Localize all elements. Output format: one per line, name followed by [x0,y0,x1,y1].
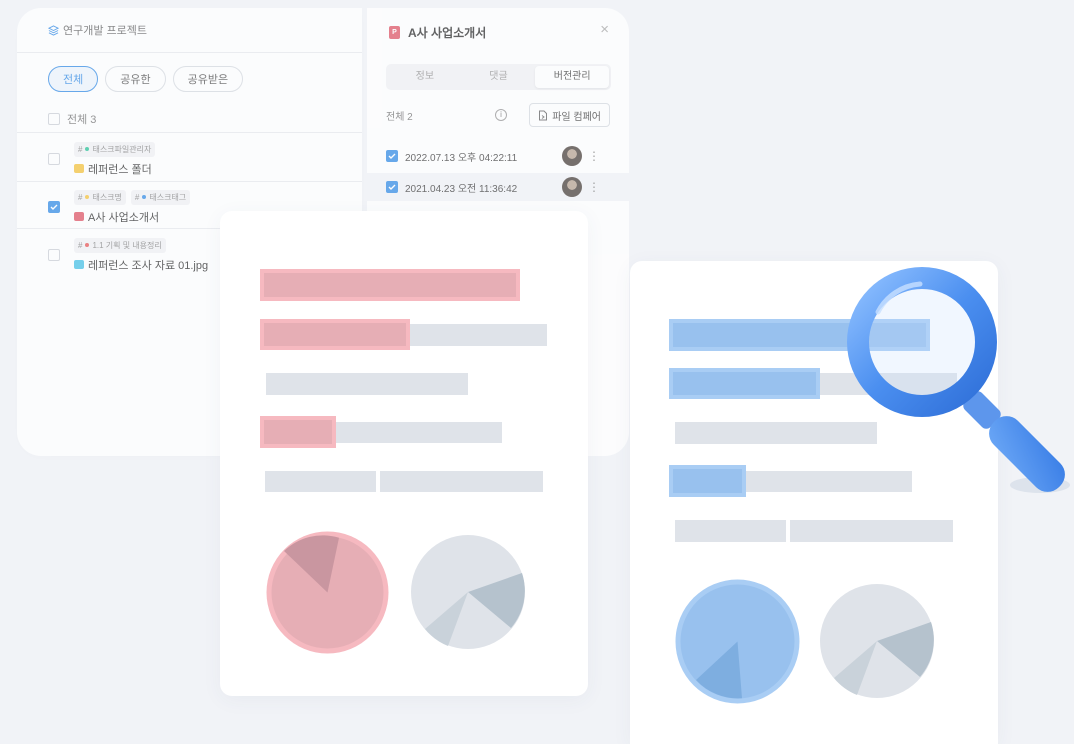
avatar [562,146,582,166]
file-name: 레퍼런스 조사 자료 01.jpg [88,259,209,272]
task-tag: # 태스크파일관리자 [74,141,156,157]
tab-info[interactable]: 정보 [388,66,462,88]
file-name: 레퍼런스 폴더 [88,163,152,176]
task-tag: # 태스크태그 [130,189,191,205]
select-all-row: 전체 3 [17,92,362,132]
text-line-placeholder [265,471,376,492]
pie-chart-placeholder [411,535,525,649]
project-title: 연구개발 프로젝트 [63,25,148,37]
text-line-placeholder [675,520,786,542]
image-file-icon [74,260,84,269]
task-tag: #1.1 기획 및 내용정리 [74,237,166,253]
avatar [562,177,582,197]
project-breadcrumb[interactable]: 연구개발 프로젝트 [17,8,362,53]
tab-versions[interactable]: 버전관리 [535,66,610,88]
pdf-doc-icon [74,212,84,221]
filter-shared-button[interactable]: 공유한 [105,66,166,92]
task-tag: # 태스크명 [74,189,126,205]
diff-highlight [260,319,410,350]
text-line-placeholder [380,471,543,492]
divider [17,181,362,182]
file-compare-button[interactable]: 파일 컴페어 [529,103,610,127]
document-preview-old [220,211,588,696]
pie-chart-placeholder [820,584,934,698]
diff-highlight [260,416,336,448]
detail-tabs: 정보 댓글 버전관리 [386,64,611,90]
all-count-label: 전체 3 [67,114,97,126]
compare-doc-icon [539,110,548,120]
diff-highlight [260,269,520,301]
more-vertical-icon[interactable]: ⋮ [588,181,600,193]
text-line-placeholder [336,422,502,443]
row-checkbox[interactable] [48,249,60,261]
filter-all-button[interactable]: 전체 [48,66,99,92]
list-item[interactable]: # 태스크파일관리자 레퍼런스 폴더 [48,136,362,182]
divider [17,132,362,133]
folder-icon [74,164,84,173]
file-name: A사 사업소개서 [88,211,160,224]
tab-comments[interactable]: 댓글 [462,66,536,88]
version-row[interactable]: 2022.07.13 오후 04:22:11 ⋮ [386,142,610,170]
versions-header: 전체 2 i 파일 컴페어 [386,102,610,128]
detail-header: P A사 사업소개서 [367,8,629,41]
row-checkbox[interactable] [48,201,60,213]
version-date: 2021.04.23 오전 11:36:42 [405,183,518,195]
more-vertical-icon[interactable]: ⋮ [588,150,600,162]
filter-pills: 전체 공유한 공유받은 [17,53,362,92]
diff-highlight [669,465,746,497]
versions-count: 전체 2 [386,111,413,123]
close-icon[interactable]: × [600,22,609,37]
text-line-placeholder [266,373,468,395]
select-all-checkbox[interactable] [48,113,60,125]
info-icon[interactable]: i [495,109,507,121]
check-icon [388,153,396,159]
row-checkbox[interactable] [48,153,60,165]
version-checkbox[interactable] [386,150,398,162]
check-icon [50,204,58,210]
version-row[interactable]: 2021.04.23 오전 11:36:42 ⋮ [367,173,629,201]
pie-chart-placeholder [266,531,389,654]
filter-received-button[interactable]: 공유받은 [172,66,244,92]
version-date: 2022.07.13 오후 04:22:11 [405,152,518,164]
pdf-doc-icon: P [389,26,400,39]
layers-icon [48,24,59,36]
pie-chart-placeholder [675,579,800,704]
magnifier-icon [847,267,1070,493]
diff-highlight [669,368,820,399]
version-checkbox[interactable] [386,181,398,193]
check-icon [388,184,396,190]
text-line-placeholder [410,324,547,346]
text-line-placeholder [790,520,953,542]
detail-title: A사 사업소개서 [408,26,487,40]
